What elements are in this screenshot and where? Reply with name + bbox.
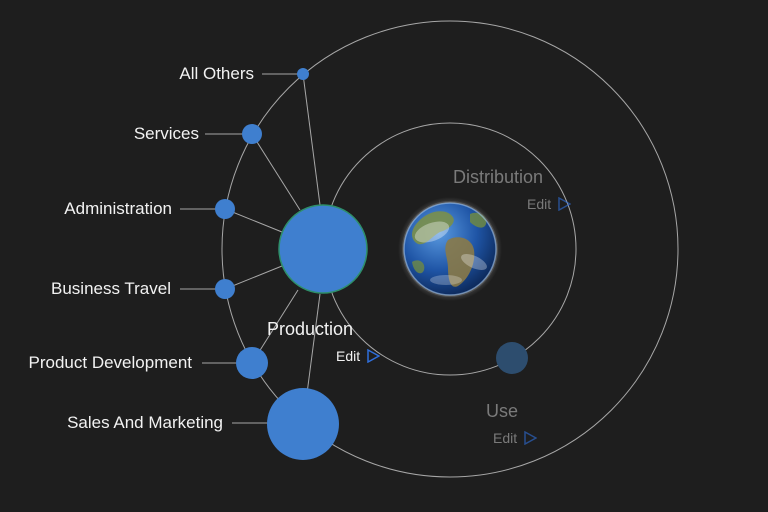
- phase-label-use[interactable]: Use: [486, 401, 518, 422]
- edit-distribution-button[interactable]: Edit: [527, 196, 572, 212]
- node-production[interactable]: [278, 204, 368, 294]
- phase-label-distribution[interactable]: Distribution: [453, 167, 543, 188]
- edit-use-label: Edit: [493, 430, 518, 446]
- category-label-all-others: All Others: [179, 64, 254, 83]
- node-product-development[interactable]: [236, 347, 268, 379]
- play-triangle-icon: [558, 197, 572, 211]
- category-label-product-development: Product Development: [28, 353, 192, 372]
- node-services[interactable]: [242, 124, 262, 144]
- edit-production-label: Edit: [336, 348, 361, 364]
- node-business-travel[interactable]: [215, 279, 235, 299]
- node-all-others[interactable]: [297, 68, 309, 80]
- category-label-administration: Administration: [64, 199, 172, 218]
- orbit-diagram: [180, 20, 679, 478]
- category-label-services: Services: [133, 124, 199, 143]
- edit-use-button[interactable]: Edit: [493, 430, 538, 446]
- node-use[interactable]: [496, 342, 528, 374]
- play-triangle-icon: [524, 431, 538, 445]
- phase-label-production[interactable]: Production: [267, 319, 353, 340]
- node-administration[interactable]: [215, 199, 235, 219]
- edit-production-button[interactable]: Edit: [336, 348, 381, 364]
- node-sales-and-marketing[interactable]: [267, 388, 339, 460]
- edit-distribution-label: Edit: [527, 196, 552, 212]
- category-label-business-travel: Business Travel: [51, 279, 171, 298]
- play-triangle-icon: [367, 349, 381, 363]
- category-label-sales-and-marketing: Sales And Marketing: [67, 413, 223, 432]
